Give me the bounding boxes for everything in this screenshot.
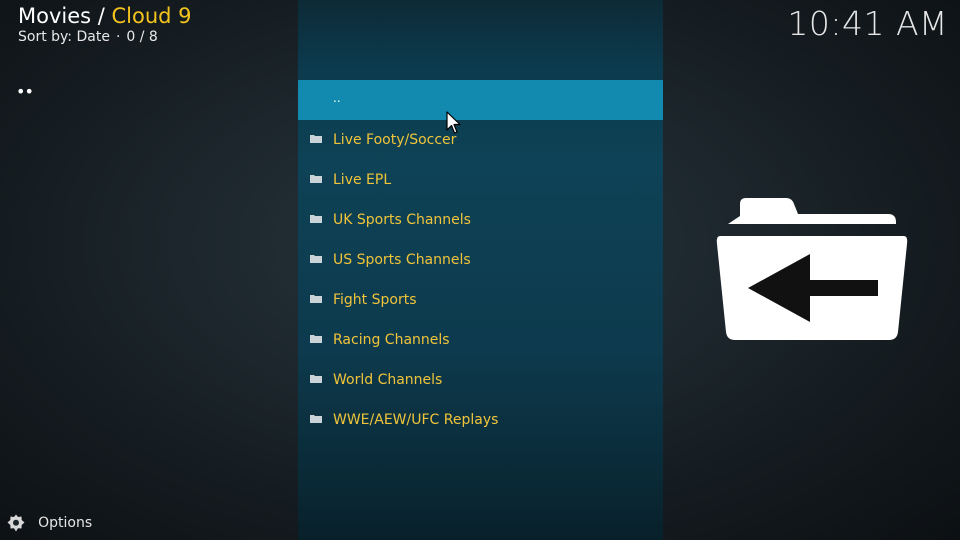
list-item-label: WWE/AEW/UFC Replays xyxy=(333,412,499,428)
sort-separator: · xyxy=(115,29,121,45)
list-item-label: Racing Channels xyxy=(333,332,450,348)
folder-back-icon xyxy=(716,198,908,340)
list-item[interactable]: US Sports Channels xyxy=(298,240,663,280)
clock: 10:41 AM xyxy=(787,4,948,43)
folder-icon xyxy=(310,295,322,303)
file-list: .. Live Footy/Soccer Live EPL UK Sports … xyxy=(298,80,663,440)
list-item[interactable]: WWE/AEW/UFC Replays xyxy=(298,400,663,440)
folder-icon xyxy=(310,175,322,183)
mouse-cursor-icon xyxy=(446,111,461,134)
parent-nav-glyph[interactable]: •• xyxy=(16,84,34,100)
folder-icon xyxy=(310,215,322,223)
list-item-label: Live EPL xyxy=(333,172,392,188)
list-item-label: Fight Sports xyxy=(333,292,417,308)
folder-icon xyxy=(310,415,322,423)
list-item-label: World Channels xyxy=(333,372,443,388)
sort-label: Sort by: Date xyxy=(18,29,110,45)
options-button[interactable]: Options xyxy=(7,512,92,532)
list-item-label: Live Footy/Soccer xyxy=(333,132,457,148)
breadcrumb: Movies / Cloud 9 xyxy=(18,2,192,30)
options-label: Options xyxy=(38,514,93,531)
list-item[interactable]: Live EPL xyxy=(298,160,663,200)
breadcrumb-root: Movies / xyxy=(18,4,112,28)
list-item-label: US Sports Channels xyxy=(333,252,471,268)
list-item[interactable]: World Channels xyxy=(298,360,663,400)
list-item-label: .. xyxy=(333,91,341,105)
gear-icon xyxy=(7,514,25,531)
folder-icon xyxy=(310,135,322,143)
list-item-parent[interactable]: .. xyxy=(298,80,663,120)
sort-info: Sort by: Date · 0 / 8 xyxy=(18,29,192,45)
item-count: 0 / 8 xyxy=(126,29,158,45)
folder-icon xyxy=(310,335,322,343)
folder-icon xyxy=(310,255,322,263)
list-item[interactable]: Racing Channels xyxy=(298,320,663,360)
list-item[interactable]: Live Footy/Soccer xyxy=(298,120,663,160)
list-item-label: UK Sports Channels xyxy=(333,212,471,228)
header: Movies / Cloud 9 Sort by: Date · 0 / 8 xyxy=(18,2,192,45)
breadcrumb-current: Cloud 9 xyxy=(111,4,192,28)
folder-icon xyxy=(310,375,322,383)
list-item[interactable]: Fight Sports xyxy=(298,280,663,320)
list-item[interactable]: UK Sports Channels xyxy=(298,200,663,240)
